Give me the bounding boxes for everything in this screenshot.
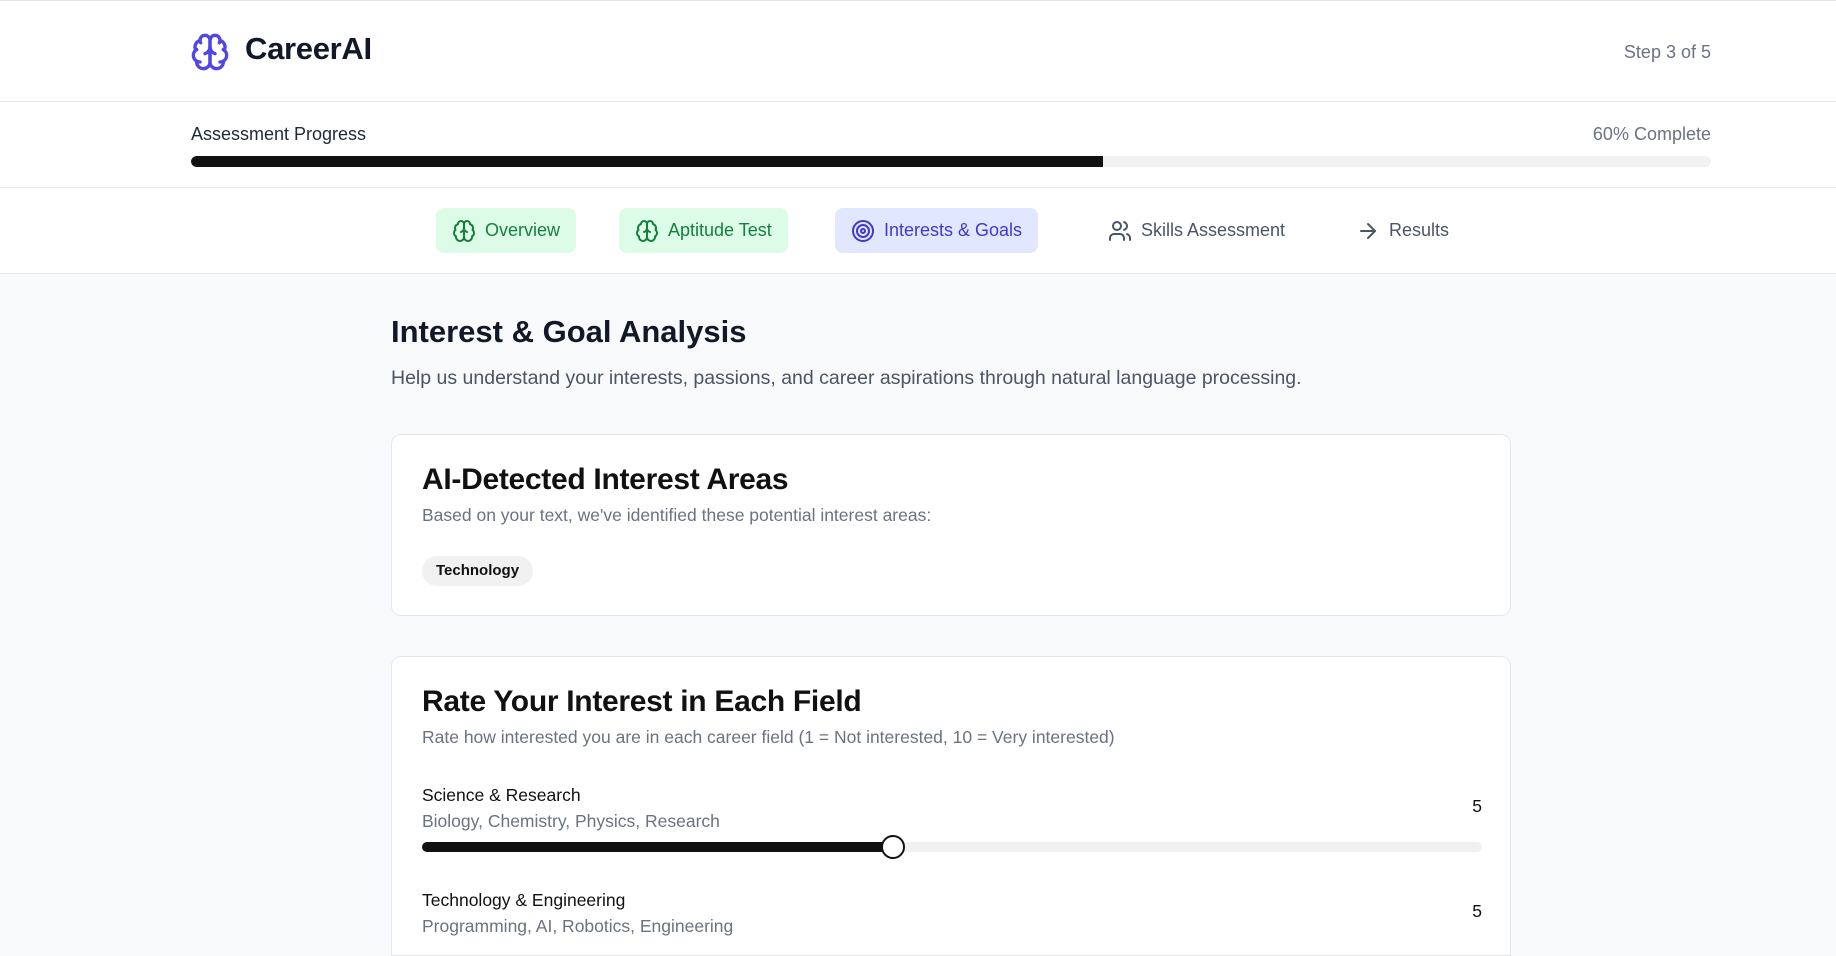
card-title: Rate Your Interest in Each Field: [422, 685, 862, 718]
progress-percent: 60% Complete: [1592, 124, 1711, 144]
interest-tag: Technology: [422, 556, 534, 586]
progress-bar-fill: [191, 156, 1103, 167]
page-title: Interest & Goal Analysis: [391, 314, 747, 349]
tab-aptitude-test[interactable]: Aptitude Test: [619, 208, 788, 253]
card-subtitle: Based on your text, we've identified the…: [422, 505, 932, 525]
brain-icon: [453, 219, 475, 242]
tab-results[interactable]: Results: [1340, 208, 1465, 253]
interest-slider[interactable]: [422, 835, 1482, 859]
tab-label: Interests & Goals: [884, 220, 1023, 240]
slider-fill: [422, 842, 894, 852]
progress-bar: [191, 156, 1711, 167]
brain-icon: [191, 33, 229, 71]
field-name: Science & Research: [422, 785, 581, 805]
page-subtitle: Help us understand your interests, passi…: [391, 367, 1302, 389]
tab-label: Overview: [485, 220, 561, 240]
target-icon: [852, 219, 874, 242]
card-subtitle: Rate how interested you are in each care…: [422, 727, 1115, 747]
tab-interests-goals[interactable]: Interests & Goals: [835, 208, 1039, 253]
field-description: Biology, Chemistry, Physics, Research: [422, 811, 720, 831]
app-header: CareerAI Step 3 of 5: [0, 0, 1836, 102]
rate-interests-card: Rate Your Interest in Each Field Rate ho…: [391, 656, 1511, 956]
detected-interests-card: AI-Detected Interest Areas Based on your…: [391, 434, 1511, 616]
arrow-right-icon: [1360, 222, 1376, 239]
slider-thumb[interactable]: [881, 835, 906, 859]
tab-overview[interactable]: Overview: [436, 208, 577, 253]
field-value: 5: [1472, 901, 1482, 921]
field-value: 5: [1472, 796, 1482, 816]
brand-name[interactable]: CareerAI: [245, 31, 372, 67]
field-description: Programming, AI, Robotics, Engineering: [422, 916, 734, 936]
field-name: Technology & Engineering: [422, 890, 626, 910]
users-icon: [1109, 220, 1131, 241]
step-indicator: Step 3 of 5: [1623, 42, 1711, 62]
tab-skills-assessment[interactable]: Skills Assessment: [1092, 208, 1301, 253]
step-tabs: Overview Aptitude Test Interests & Goals…: [0, 188, 1836, 274]
brain-icon: [636, 219, 658, 242]
assessment-progress: Assessment Progress 60% Complete: [0, 102, 1836, 188]
card-title: AI-Detected Interest Areas: [422, 463, 789, 496]
tab-label: Skills Assessment: [1141, 220, 1286, 240]
progress-label: Assessment Progress: [191, 124, 367, 144]
tab-label: Aptitude Test: [668, 220, 772, 240]
tab-label: Results: [1389, 220, 1450, 240]
